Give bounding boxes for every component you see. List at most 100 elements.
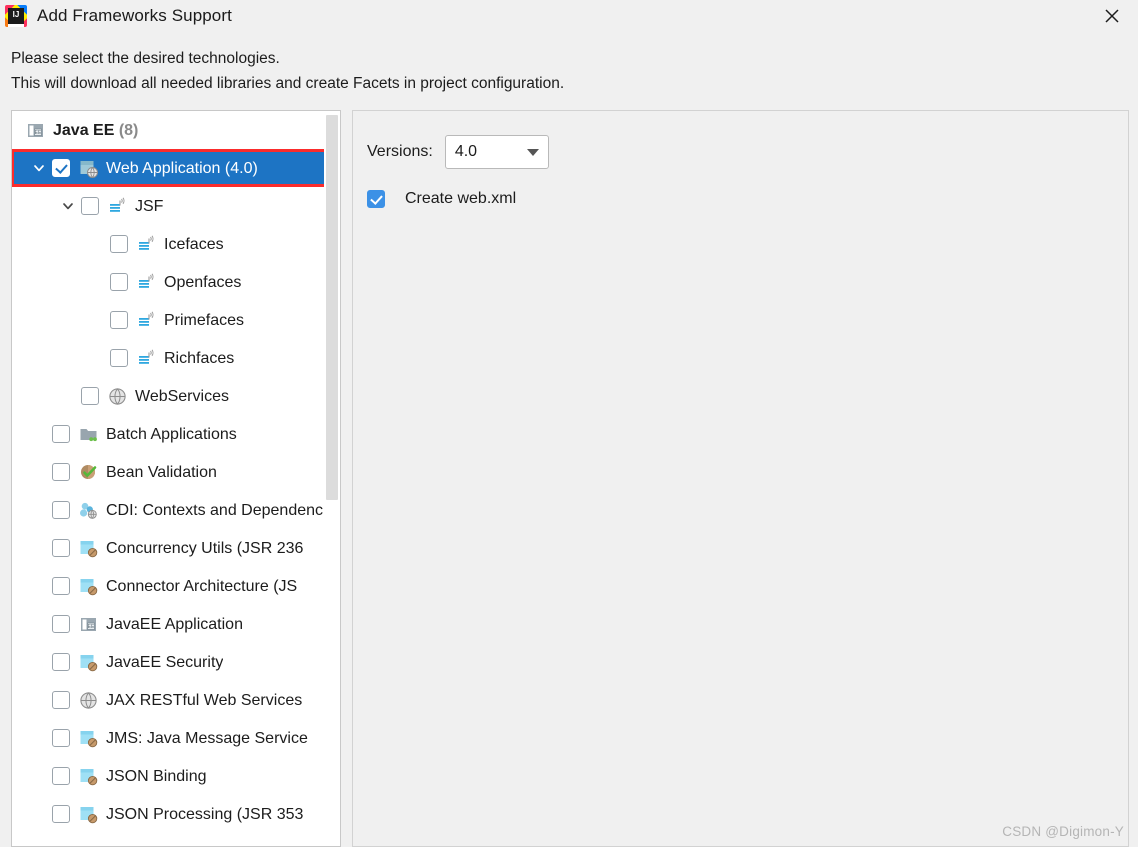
tree-item-label: JavaEE Security bbox=[106, 653, 224, 671]
bean-icon bbox=[79, 653, 98, 672]
dialog-description: Please select the desired technologies. … bbox=[0, 32, 1138, 96]
tree-item-batch-applications[interactable]: Batch Applications bbox=[12, 415, 340, 453]
versions-row: Versions: 4.0 bbox=[367, 135, 1128, 169]
tree-item-checkbox[interactable] bbox=[52, 729, 70, 747]
create-webxml-row[interactable]: Create web.xml bbox=[367, 190, 1128, 208]
chevron-down-icon[interactable] bbox=[55, 199, 81, 213]
tree-item-label: Primefaces bbox=[164, 311, 245, 329]
tree-item-json-binding[interactable]: JSON Binding bbox=[12, 757, 340, 795]
tree-item-javaee-security[interactable]: JavaEE Security bbox=[12, 643, 340, 681]
javaee-icon: EE bbox=[26, 121, 45, 140]
tree-item-checkbox[interactable] bbox=[52, 805, 70, 823]
tree-item-richfaces[interactable]: Richfaces bbox=[12, 339, 340, 377]
tree-item-label: Openfaces bbox=[164, 273, 242, 291]
tree-item-label: Bean Validation bbox=[106, 463, 217, 481]
tree-header-row[interactable]: EE Java EE (8) bbox=[12, 111, 340, 149]
jsf-icon bbox=[137, 349, 156, 368]
tree-item-label: Concurrency Utils (JSR 236 bbox=[106, 539, 304, 557]
globe-icon bbox=[79, 691, 98, 710]
tree-item-checkbox[interactable] bbox=[110, 311, 128, 329]
bean-icon bbox=[79, 577, 98, 596]
tree-item-checkbox[interactable] bbox=[110, 349, 128, 367]
tree-scrollbar-thumb[interactable] bbox=[326, 115, 338, 500]
bean-icon bbox=[79, 805, 98, 824]
watermark: CSDN @Digimon-Y bbox=[1002, 824, 1124, 839]
tree-item-checkbox[interactable] bbox=[52, 425, 70, 443]
tree-item-label: Web Application (4.0) bbox=[106, 159, 258, 177]
bean-icon bbox=[79, 729, 98, 748]
close-icon bbox=[1105, 9, 1119, 23]
tree-item-label: WebServices bbox=[135, 387, 229, 405]
frameworks-tree-panel: EE Java EE (8) Web Application (4.0) JSF Ice… bbox=[11, 110, 341, 847]
tree-item-label: JSF bbox=[135, 197, 164, 215]
tree-item-checkbox[interactable] bbox=[52, 501, 70, 519]
window-title: Add Frameworks Support bbox=[37, 6, 232, 25]
tree-item-jax-restful-web-services[interactable]: JAX RESTful Web Services bbox=[12, 681, 340, 719]
tree-item-checkbox[interactable] bbox=[52, 653, 70, 671]
jsf-icon bbox=[137, 273, 156, 292]
tree-item-checkbox[interactable] bbox=[110, 273, 128, 291]
tree-item-label: Batch Applications bbox=[106, 425, 237, 443]
tree-item-primefaces[interactable]: Primefaces bbox=[12, 301, 340, 339]
tree-item-label: Connector Architecture (JS bbox=[106, 577, 298, 595]
versions-label: Versions: bbox=[367, 143, 433, 160]
tree-item-checkbox[interactable] bbox=[52, 539, 70, 557]
close-button[interactable] bbox=[1086, 0, 1138, 32]
tree-item-bean-validation[interactable]: Bean Validation bbox=[12, 453, 340, 491]
jsf-icon bbox=[137, 311, 156, 330]
folder-icon bbox=[79, 425, 98, 444]
jsf-icon bbox=[137, 235, 156, 254]
tree-item-jsf[interactable]: JSF bbox=[12, 187, 340, 225]
tree-scrollbar-track[interactable] bbox=[324, 111, 340, 846]
tree-item-checkbox[interactable] bbox=[52, 615, 70, 633]
tree-item-icefaces[interactable]: Icefaces bbox=[12, 225, 340, 263]
globe-icon bbox=[108, 387, 127, 406]
tree-item-cdi-contexts-and-dependenc[interactable]: CDI: Contexts and Dependenc bbox=[12, 491, 340, 529]
tree-item-label: CDI: Contexts and Dependenc bbox=[106, 501, 324, 519]
create-webxml-checkbox[interactable] bbox=[367, 190, 385, 208]
tree-item-label: JSON Processing (JSR 353 bbox=[106, 805, 304, 823]
version-dropdown-value: 4.0 bbox=[454, 143, 478, 160]
bean-icon bbox=[79, 539, 98, 558]
tree-item-label: JavaEE Application bbox=[106, 615, 243, 633]
version-dropdown[interactable]: 4.0 bbox=[444, 135, 549, 169]
web-application-icon bbox=[79, 159, 98, 178]
tree-header-count: (8) bbox=[118, 121, 139, 139]
framework-details-panel: Versions: 4.0 Create web.xml bbox=[352, 110, 1129, 847]
tree-header-label: Java EE (8) bbox=[53, 121, 139, 139]
intellij-idea-icon bbox=[5, 5, 27, 27]
frameworks-tree[interactable]: EE Java EE (8) Web Application (4.0) JSF Ice… bbox=[12, 111, 340, 846]
tree-item-checkbox[interactable] bbox=[81, 387, 99, 405]
javaee-icon: EE bbox=[79, 615, 98, 634]
svg-text:EE: EE bbox=[35, 130, 42, 136]
tree-item-connector-architecture-js[interactable]: Connector Architecture (JS bbox=[12, 567, 340, 605]
tree-item-label: JMS: Java Message Service bbox=[106, 729, 308, 747]
tree-item-concurrency-utils-jsr-236[interactable]: Concurrency Utils (JSR 236 bbox=[12, 529, 340, 567]
tree-item-webservices[interactable]: WebServices bbox=[12, 377, 340, 415]
tree-item-checkbox[interactable] bbox=[110, 235, 128, 253]
tree-item-label: Icefaces bbox=[164, 235, 224, 253]
bean-validation-icon bbox=[79, 463, 98, 482]
jsf-icon bbox=[108, 197, 127, 216]
tree-item-javaee-application[interactable]: EE JavaEE Application bbox=[12, 605, 340, 643]
description-line-1: Please select the desired technologies. bbox=[11, 50, 280, 67]
create-webxml-label: Create web.xml bbox=[405, 190, 517, 207]
tree-item-checkbox[interactable] bbox=[52, 767, 70, 785]
tree-item-label: JAX RESTful Web Services bbox=[106, 691, 303, 709]
tree-item-jms-java-message-service[interactable]: JMS: Java Message Service bbox=[12, 719, 340, 757]
tree-item-label: Richfaces bbox=[164, 349, 235, 367]
chevron-down-icon bbox=[526, 148, 539, 156]
tree-item-json-processing-jsr-353[interactable]: JSON Processing (JSR 353 bbox=[12, 795, 340, 833]
chevron-down-icon[interactable] bbox=[26, 161, 52, 175]
tree-item-openfaces[interactable]: Openfaces bbox=[12, 263, 340, 301]
tree-item-web-application-4-0[interactable]: Web Application (4.0) bbox=[12, 149, 340, 187]
tree-item-checkbox[interactable] bbox=[52, 577, 70, 595]
svg-text:EE: EE bbox=[88, 624, 95, 630]
dialog-content: EE Java EE (8) Web Application (4.0) JSF Ice… bbox=[11, 110, 1129, 847]
tree-item-label: JSON Binding bbox=[106, 767, 207, 785]
tree-item-checkbox[interactable] bbox=[52, 463, 70, 481]
tree-item-checkbox[interactable] bbox=[52, 691, 70, 709]
description-line-2: This will download all needed libraries … bbox=[11, 75, 565, 92]
tree-item-checkbox[interactable] bbox=[52, 159, 70, 177]
tree-item-checkbox[interactable] bbox=[81, 197, 99, 215]
